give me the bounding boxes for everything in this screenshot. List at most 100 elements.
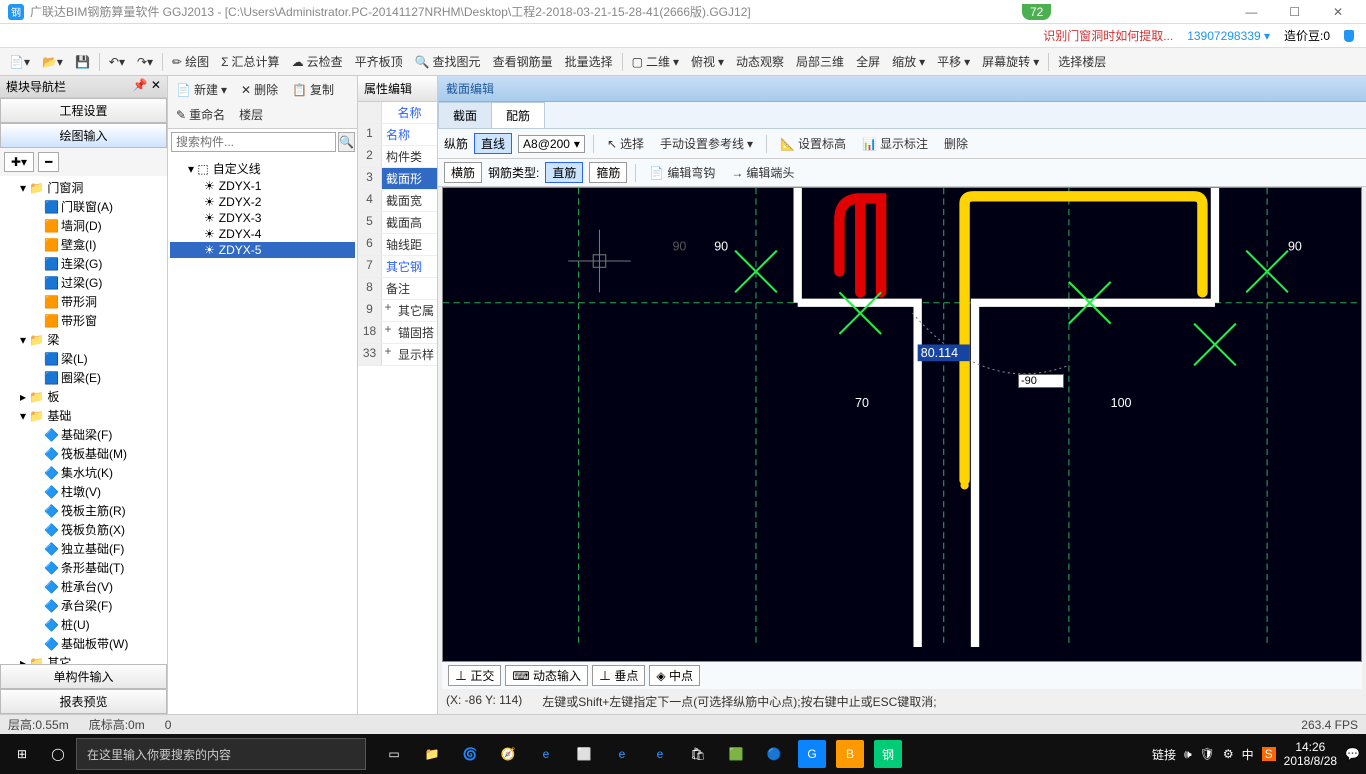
mt-item[interactable]: ☀ ZDYX-1 xyxy=(170,178,355,194)
nav-draw-input[interactable]: 绘图输入 xyxy=(0,123,167,148)
cloud-check-button[interactable]: ☁ 云检查 xyxy=(287,51,348,72)
search-button[interactable]: 🔍 xyxy=(338,132,355,152)
cortana-icon[interactable]: ◯ xyxy=(44,740,72,768)
set-elevation-button[interactable]: 📐 设置标高 xyxy=(775,133,851,154)
prop-row[interactable]: 轴线距 xyxy=(382,234,437,255)
drawing-canvas[interactable]: 90 90 70 100 90 80.114 xyxy=(442,187,1362,662)
local3d-button[interactable]: 局部三维 xyxy=(791,51,849,72)
nav-report[interactable]: 报表预览 xyxy=(0,689,167,714)
edit-end-button[interactable]: → 编辑端头 xyxy=(726,162,799,183)
prop-row[interactable]: 其它属 xyxy=(394,300,437,321)
app-icon-3[interactable]: 🧭 xyxy=(494,740,522,768)
tree-beam[interactable]: ▾ 📁 梁 xyxy=(0,330,167,349)
rotate-button[interactable]: 屏幕旋转 ▾ xyxy=(977,51,1044,72)
notification-icon[interactable]: 💬 xyxy=(1345,747,1360,761)
snap-perp[interactable]: ⊥ 垂点 xyxy=(592,665,645,686)
close-button[interactable]: ✕ xyxy=(1318,5,1358,19)
tree-door-window[interactable]: ▾ 📁 门窗洞 xyxy=(0,178,167,197)
start-button[interactable]: ⊞ xyxy=(0,734,44,774)
component-tree[interactable]: ▾ 📁 门窗洞 🟦门联窗(A) 🟧墙洞(D) 🟧壁龛(I) 🟦连梁(G) 🟦过梁… xyxy=(0,176,167,664)
select-button[interactable]: ↖ 选择 xyxy=(602,133,649,154)
tray-icon[interactable]: 🛡 xyxy=(1200,747,1215,761)
sum-button[interactable]: Σ 汇总计算 xyxy=(216,51,284,72)
tray-icon[interactable]: S xyxy=(1262,747,1276,761)
dim-2d-dropdown[interactable]: ▢ 二维 ▾ xyxy=(627,51,684,72)
pin-icon[interactable]: 📌 ✕ xyxy=(133,78,161,95)
snap-mid[interactable]: ◈ 中点 xyxy=(649,665,700,686)
prop-row[interactable]: 其它钢 xyxy=(382,256,437,277)
nav-tab-add-icon[interactable]: ✚▾ xyxy=(4,152,34,172)
tab-rebar[interactable]: 配筋 xyxy=(491,102,545,128)
open-file-icon[interactable]: 📂▾ xyxy=(37,53,68,71)
update-badge[interactable]: 72 xyxy=(1022,4,1051,20)
zoom-button[interactable]: 缩放 ▾ xyxy=(887,51,930,72)
batch-button[interactable]: 批量选择 xyxy=(560,51,618,72)
tree-item[interactable]: 🔷桩承台(V) xyxy=(0,577,167,596)
dim-input[interactable] xyxy=(1018,374,1064,388)
prop-row[interactable]: 截面高 xyxy=(382,212,437,233)
task-view-icon[interactable]: ▭ xyxy=(380,740,408,768)
app-icon-7[interactable]: G xyxy=(798,740,826,768)
tree-item[interactable]: 🟧带形窗 xyxy=(0,311,167,330)
tree-item[interactable]: 🔷筏板主筋(R) xyxy=(0,501,167,520)
flat-button[interactable]: 平齐板顶 xyxy=(350,51,408,72)
delete-rebar-button[interactable]: 删除 xyxy=(939,133,973,154)
tree-item[interactable]: 🟦圈梁(E) xyxy=(0,368,167,387)
tree-item[interactable]: 🔷独立基础(F) xyxy=(0,539,167,558)
ref-line-button[interactable]: 手动设置参考线 ▾ xyxy=(655,133,758,154)
tray-icon[interactable]: 🕪 xyxy=(1184,747,1192,762)
tree-item[interactable]: 🟦过梁(G) xyxy=(0,273,167,292)
dynamic-view-button[interactable]: 动态观察 xyxy=(731,51,789,72)
mt-item[interactable]: ☀ ZDYX-2 xyxy=(170,194,355,210)
floor-button[interactable]: 楼层 xyxy=(234,104,268,125)
mt-item-selected[interactable]: ☀ ZDYX-5 xyxy=(170,242,355,258)
nav-tab-minus-icon[interactable]: ━ xyxy=(38,152,59,172)
tree-item[interactable]: 🔷柱墩(V) xyxy=(0,482,167,501)
tree-foundation[interactable]: ▾ 📁 基础 xyxy=(0,406,167,425)
tree-item[interactable]: 🔷桩(U) xyxy=(0,615,167,634)
fullscreen-button[interactable]: 全屏 xyxy=(851,51,885,72)
tree-item[interactable]: 🟧带形洞 xyxy=(0,292,167,311)
ie-icon[interactable]: e xyxy=(532,740,560,768)
viewbar-button[interactable]: 查看钢筋量 xyxy=(488,51,558,72)
tree-item[interactable]: 🟦门联窗(A) xyxy=(0,197,167,216)
tree-item[interactable]: 🔷筏板基础(M) xyxy=(0,444,167,463)
draw-button[interactable]: ✏ 绘图 xyxy=(167,51,214,72)
line-button[interactable]: 直线 xyxy=(474,133,512,154)
current-app-icon[interactable]: 钢 xyxy=(874,740,902,768)
property-grid[interactable]: 名称 1名称 2构件类 3截面形 4截面宽 5截面高 6轴线距 7其它钢 8备注… xyxy=(358,102,437,714)
snap-ortho[interactable]: ⊥ 正交 xyxy=(448,665,501,686)
search-input[interactable] xyxy=(171,132,336,152)
tree-item[interactable]: 🔷条形基础(T) xyxy=(0,558,167,577)
undo-icon[interactable]: ↶▾ xyxy=(104,53,130,71)
tab-section[interactable]: 截面 xyxy=(438,102,492,128)
find-button[interactable]: 🔍 查找图元 xyxy=(410,51,486,72)
new-file-icon[interactable]: 📄▾ xyxy=(4,53,35,71)
copy-button[interactable]: 📋 复制 xyxy=(287,79,339,100)
redo-icon[interactable]: ↷▾ xyxy=(132,53,158,71)
tree-item[interactable]: 🔷筏板负筋(X) xyxy=(0,520,167,539)
store-icon[interactable]: 🛍 xyxy=(684,740,712,768)
taskbar-search[interactable]: 在这里输入你要搜索的内容 xyxy=(76,738,366,770)
tray-ime[interactable]: 中 xyxy=(1242,746,1254,763)
tip-link[interactable]: 识别门窗洞时如何提取... xyxy=(1043,27,1173,44)
account-dropdown[interactable]: 13907298339 ▾ xyxy=(1187,29,1270,43)
tray-icon[interactable]: ⚙ xyxy=(1223,747,1234,761)
birdview-button[interactable]: 俯视 ▾ xyxy=(686,51,729,72)
prop-row[interactable]: 锚固搭 xyxy=(394,322,437,343)
tree-item[interactable]: 🟧墙洞(D) xyxy=(0,216,167,235)
tree-item[interactable]: 🔷基础板带(W) xyxy=(0,634,167,653)
transverse-button[interactable]: 横筋 xyxy=(444,162,482,183)
nav-project-settings[interactable]: 工程设置 xyxy=(0,98,167,123)
pan-button[interactable]: 平移 ▾ xyxy=(932,51,975,72)
prop-row[interactable]: 备注 xyxy=(382,278,437,299)
bell-icon[interactable] xyxy=(1344,30,1354,42)
app-icon-4[interactable]: ⬜ xyxy=(570,740,598,768)
prop-row[interactable]: 显示样 xyxy=(394,344,437,365)
delete-button[interactable]: ✕ 删除 xyxy=(236,79,283,100)
snap-dyn[interactable]: ⌨ 动态输入 xyxy=(505,665,588,686)
prop-row[interactable]: 构件类 xyxy=(382,146,437,167)
save-icon[interactable]: 💾 xyxy=(70,53,95,71)
app-icon-2[interactable]: 🌀 xyxy=(456,740,484,768)
ie2-icon[interactable]: e xyxy=(646,740,674,768)
